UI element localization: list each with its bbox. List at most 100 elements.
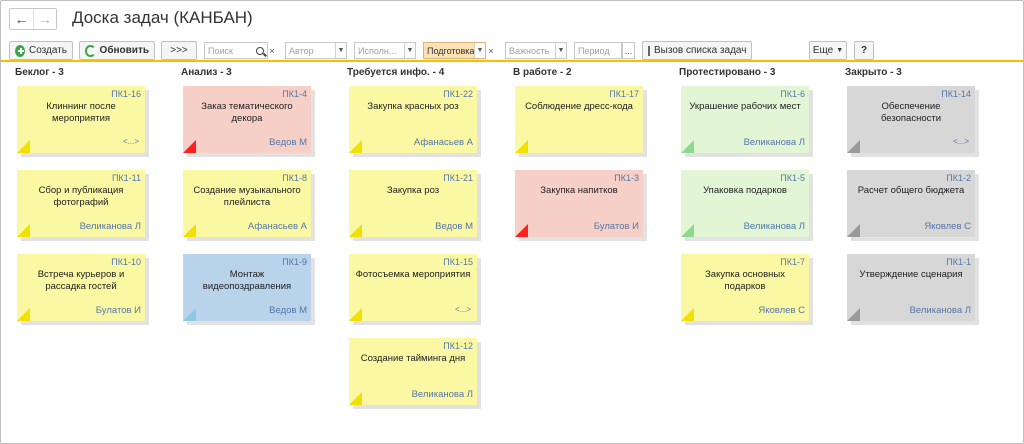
task-id[interactable]: ПК1-5 <box>780 173 805 183</box>
priority-corner-icon <box>681 224 694 237</box>
task-title: Создание тайминга дня <box>360 353 466 364</box>
chevron-down-icon[interactable]: ▼ <box>555 43 566 58</box>
priority-corner-icon <box>349 224 362 237</box>
task-id[interactable]: ПК1-6 <box>780 89 805 99</box>
task-id[interactable]: ПК1-3 <box>614 173 639 183</box>
period-picker-button[interactable]: ... <box>622 42 635 59</box>
task-more-link[interactable]: <...> <box>455 305 471 314</box>
stage-select[interactable]: Подготовка ▼ <box>423 42 486 59</box>
task-id[interactable]: ПК1-15 <box>443 257 473 267</box>
chevron-down-icon: ▼ <box>836 47 844 54</box>
task-card[interactable]: ПК1-2 Расчет общего бюджета Яковлев С <box>847 170 975 237</box>
priority-corner-icon <box>847 308 860 321</box>
toolbar: Создать Обновить >>> Поиск × Автор ▼ Исп… <box>1 39 1023 61</box>
task-assignee: Великанова Л <box>79 221 141 232</box>
create-button[interactable]: Создать <box>9 41 73 60</box>
author-select[interactable]: Автор ▼ <box>285 42 347 59</box>
chevron-down-icon[interactable]: ▼ <box>404 43 415 58</box>
task-id[interactable]: ПК1-2 <box>946 173 971 183</box>
task-list-label: Вызов списка задач <box>654 45 747 56</box>
task-card[interactable]: ПК1-22 Закупка красных роз Афанасьев А <box>349 86 477 153</box>
more-button[interactable]: Еще ▼ <box>809 41 847 60</box>
task-id[interactable]: ПК1-9 <box>282 257 307 267</box>
task-title: Закупка напитков <box>540 185 618 196</box>
priority-corner-icon <box>349 308 362 321</box>
refresh-button[interactable]: Обновить <box>79 41 155 60</box>
task-card[interactable]: ПК1-4 Заказ тематического декора Ведов М <box>183 86 311 153</box>
list-icon <box>648 45 650 56</box>
task-id[interactable]: ПК1-16 <box>111 89 141 99</box>
task-card[interactable]: ПК1-9 Монтаж видеопоздравления Ведов М <box>183 254 311 321</box>
priority-corner-icon <box>515 224 528 237</box>
task-id[interactable]: ПК1-14 <box>941 89 971 99</box>
task-title: Упаковка подарков <box>703 185 787 196</box>
task-assignee: Булатов И <box>593 221 639 232</box>
task-id[interactable]: ПК1-17 <box>609 89 639 99</box>
task-title: Фотосъемка мероприятия <box>355 269 471 280</box>
period-input[interactable]: Период <box>574 42 622 59</box>
task-title: Клиннинг после мероприятия <box>46 101 116 124</box>
task-id[interactable]: ПК1-4 <box>282 89 307 99</box>
stage-value: Подготовка <box>427 45 475 56</box>
search-clear-icon[interactable]: × <box>267 42 277 59</box>
task-card[interactable]: ПК1-17 Соблюдение дресс-кода <box>515 86 643 153</box>
task-id[interactable]: ПК1-12 <box>443 341 473 351</box>
kanban-window: ← → Доска задач (КАНБАН) Создать Обновит… <box>0 0 1024 444</box>
more-label: Еще <box>812 45 834 56</box>
task-card[interactable]: ПК1-7 Закупка основных подарков Яковлев С <box>681 254 809 321</box>
task-card[interactable]: ПК1-3 Закупка напитков Булатов И <box>515 170 643 237</box>
task-card[interactable]: ПК1-1 Утверждение сценария Великанова Л <box>847 254 975 321</box>
task-id[interactable]: ПК1-8 <box>282 173 307 183</box>
priority-corner-icon <box>681 308 694 321</box>
task-id[interactable]: ПК1-11 <box>112 173 141 183</box>
task-list-button[interactable]: Вызов списка задач <box>642 41 752 60</box>
task-title: Соблюдение дресс-кода <box>525 101 633 112</box>
task-title: Сбор и публикация фотографий <box>38 185 124 208</box>
task-assignee: Яковлев С <box>924 221 971 232</box>
task-card[interactable]: ПК1-12 Создание тайминга дня Великанова Л <box>349 338 477 405</box>
priority-corner-icon <box>183 140 196 153</box>
importance-select[interactable]: Важность ▼ <box>505 42 567 59</box>
task-card[interactable]: ПК1-5 Упаковка подарков Великанова Л <box>681 170 809 237</box>
column-header: Закрыто - 3 <box>845 67 902 78</box>
priority-corner-icon <box>17 140 30 153</box>
task-card[interactable]: ПК1-15 Фотосъемка мероприятия <...> <box>349 254 477 321</box>
expand-label: >>> <box>170 45 188 56</box>
task-card[interactable]: ПК1-14 Обеспечение безопасности <...> <box>847 86 975 153</box>
task-id[interactable]: ПК1-10 <box>111 257 141 267</box>
expand-button[interactable]: >>> <box>161 41 197 60</box>
task-assignee: Ведов М <box>435 221 473 232</box>
task-card[interactable]: ПК1-8 Создание музыкального плейлиста Афан… <box>183 170 311 237</box>
search-icon[interactable] <box>253 43 267 58</box>
forward-button[interactable]: → <box>32 9 56 29</box>
task-id[interactable]: ПК1-22 <box>443 89 473 99</box>
task-title: Встреча курьеров и рассадка гостей <box>37 269 125 292</box>
assignee-select[interactable]: Исполн... ▼ <box>354 42 416 59</box>
assignee-placeholder: Исполн... <box>358 45 397 56</box>
arrow-right-icon: → <box>37 11 52 27</box>
task-card[interactable]: ПК1-21 Закупка роз Ведов М <box>349 170 477 237</box>
task-title: Создание музыкального плейлиста <box>193 185 301 208</box>
back-button[interactable]: ← <box>10 9 33 29</box>
task-card[interactable]: ПК1-16 Клиннинг после мероприятия <...> <box>17 86 145 153</box>
search-input[interactable]: Поиск <box>204 42 268 59</box>
priority-corner-icon <box>17 224 30 237</box>
title-bar: ← → Доска задач (КАНБАН) <box>1 1 1023 37</box>
column-header: Требуется инфо. - 4 <box>347 67 445 78</box>
priority-corner-icon <box>681 140 694 153</box>
author-placeholder: Автор <box>289 45 314 56</box>
stage-clear-icon[interactable]: × <box>486 42 496 59</box>
task-id[interactable]: ПК1-21 <box>443 173 473 183</box>
chevron-down-icon[interactable]: ▼ <box>335 43 346 58</box>
column-header: Протестировано - 3 <box>679 67 776 78</box>
task-more-link[interactable]: <...> <box>123 137 139 146</box>
task-card[interactable]: ПК1-6 Украшение рабочих мест Великанова Л <box>681 86 809 153</box>
task-id[interactable]: ПК1-7 <box>780 257 805 267</box>
chevron-down-icon[interactable]: ▼ <box>474 43 485 58</box>
priority-corner-icon <box>183 308 196 321</box>
task-card[interactable]: ПК1-10 Встреча курьеров и рассадка гостей… <box>17 254 145 321</box>
task-card[interactable]: ПК1-11 Сбор и публикация фотографий Велика… <box>17 170 145 237</box>
task-more-link[interactable]: <...> <box>953 137 969 146</box>
task-id[interactable]: ПК1-1 <box>946 257 971 267</box>
help-button[interactable]: ? <box>854 41 874 60</box>
